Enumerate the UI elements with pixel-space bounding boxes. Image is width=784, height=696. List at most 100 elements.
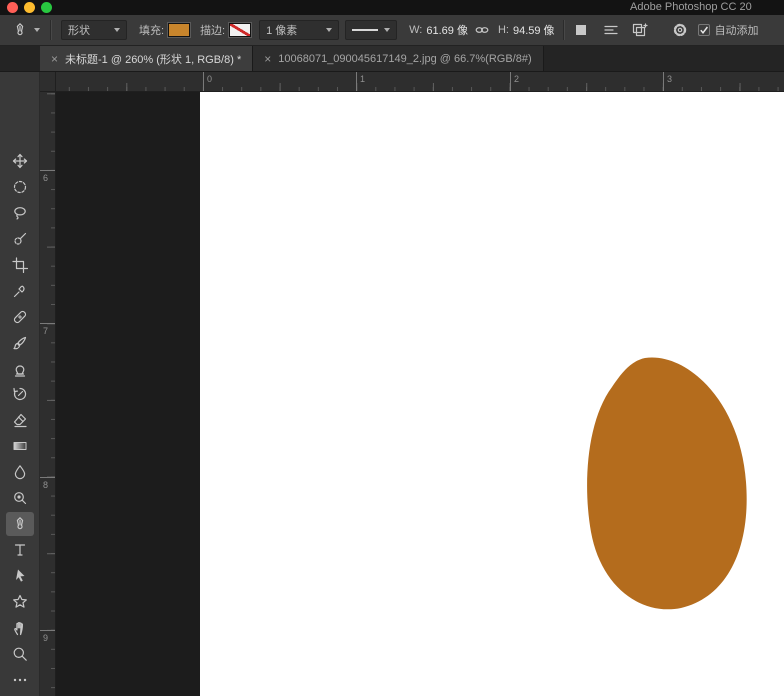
gradient-tool[interactable] — [6, 434, 34, 458]
pen-tool[interactable] — [6, 512, 34, 536]
lasso-icon — [12, 205, 28, 221]
shape-layer — [56, 92, 784, 696]
ruler-major-tick — [40, 630, 55, 631]
ruler-number: 2 — [514, 74, 519, 84]
stroke-width-dropdown[interactable]: 1 像素 — [259, 20, 339, 40]
tool-preset-picker[interactable] — [12, 22, 40, 38]
document-tab-bar: × 未标题-1 @ 260% (形状 1, RGB/8) * × 1006807… — [0, 46, 784, 72]
height-label: H: — [498, 24, 509, 36]
fill-label: 填充: — [139, 22, 164, 38]
ruler-major-tick — [40, 477, 55, 478]
selection-arrow-icon — [12, 568, 28, 584]
auto-add-delete-checkbox[interactable] — [698, 24, 710, 36]
star-shape-icon — [12, 594, 28, 610]
window-zoom-button[interactable] — [41, 2, 52, 13]
history-brush-icon — [12, 386, 28, 402]
eraser-icon — [12, 412, 28, 428]
ruler-major-tick — [40, 323, 55, 324]
ruler-number: 9 — [43, 633, 48, 643]
quick-selection-tool[interactable] — [6, 227, 34, 251]
ruler-major-tick — [203, 72, 204, 91]
ruler-number: 0 — [207, 74, 212, 84]
type-tool[interactable] — [6, 538, 34, 562]
path-selection-tool[interactable] — [6, 564, 34, 588]
lasso-tool[interactable] — [6, 201, 34, 225]
stroke-color-swatch[interactable] — [229, 23, 251, 37]
tab-title: 10068071_090045617149_2.jpg @ 66.7%(RGB/… — [278, 53, 531, 65]
ruler-corner[interactable] — [40, 72, 56, 92]
marquee-icon — [12, 179, 28, 195]
tab-close-icon[interactable]: × — [264, 53, 271, 65]
stroke-style-line-icon — [352, 29, 378, 31]
horizontal-ruler[interactable]: 0 1 2 3 — [56, 72, 784, 92]
move-icon — [12, 153, 28, 169]
stroke-label: 描边: — [200, 22, 225, 38]
chevron-down-icon — [114, 28, 120, 32]
ruler-major-tick — [510, 72, 511, 91]
zoom-tool[interactable] — [6, 642, 34, 666]
history-brush-tool[interactable] — [6, 382, 34, 406]
ruler-major-tick — [356, 72, 357, 91]
titlebar: Adobe Photoshop CC 20 — [0, 0, 784, 15]
more-tools-button[interactable] — [6, 668, 34, 692]
type-icon — [12, 542, 28, 558]
magnifier-icon — [12, 646, 28, 662]
tab-close-icon[interactable]: × — [51, 53, 58, 65]
path-arrangement-icon[interactable] — [631, 22, 648, 38]
eyedropper-icon — [12, 283, 28, 299]
fill-color-swatch[interactable] — [168, 23, 190, 37]
document-tab[interactable]: × 未标题-1 @ 260% (形状 1, RGB/8) * — [40, 46, 253, 71]
gradient-icon — [12, 438, 28, 454]
shape-1-ellipse[interactable] — [587, 357, 747, 609]
crop-tool[interactable] — [6, 253, 34, 277]
path-alignment-icon[interactable] — [603, 22, 619, 38]
bandage-icon — [12, 309, 28, 325]
stroke-width-value: 1 像素 — [266, 22, 297, 38]
chevron-down-icon — [34, 28, 40, 32]
tool-mode-value: 形状 — [68, 22, 90, 38]
chevron-down-icon — [326, 28, 332, 32]
ruler-mid-ticks — [47, 92, 55, 696]
gear-icon[interactable] — [672, 22, 688, 38]
auto-add-delete-label: 自动添加 — [715, 22, 759, 38]
healing-brush-tool[interactable] — [6, 305, 34, 329]
hand-icon — [12, 620, 28, 636]
link-dimensions-icon[interactable] — [474, 22, 490, 38]
custom-shape-tool[interactable] — [6, 590, 34, 614]
eyedropper-tool[interactable] — [6, 279, 34, 303]
ellipsis-icon — [12, 672, 28, 688]
move-tool[interactable] — [6, 149, 34, 173]
canvas-pasteboard[interactable] — [56, 92, 784, 696]
blur-tool[interactable] — [6, 460, 34, 484]
tool-mode-dropdown[interactable]: 形状 — [61, 20, 127, 40]
clone-stamp-tool[interactable] — [6, 357, 34, 381]
eraser-tool[interactable] — [6, 408, 34, 432]
ruler-major-tick — [663, 72, 664, 91]
water-drop-icon — [12, 464, 28, 480]
width-field[interactable]: 61.69 像 — [426, 22, 468, 38]
ruler-mid-ticks — [56, 83, 784, 91]
crop-icon — [12, 257, 28, 273]
brush-tool[interactable] — [6, 331, 34, 355]
ruler-number: 3 — [667, 74, 672, 84]
separator — [50, 20, 51, 40]
hand-tool[interactable] — [6, 616, 34, 640]
photoshop-window: Adobe Photoshop CC 20 形状 填充: 描边: 1 像素 W:… — [0, 0, 784, 696]
brush-icon — [12, 335, 28, 351]
vertical-ruler[interactable]: 6 7 8 9 — [40, 92, 56, 696]
path-operations-icon[interactable] — [573, 22, 589, 38]
tab-title: 未标题-1 @ 260% (形状 1, RGB/8) * — [65, 51, 241, 67]
dodge-tool[interactable] — [6, 486, 34, 510]
stamp-icon — [12, 361, 28, 377]
separator — [563, 20, 564, 40]
document-tab[interactable]: × 10068071_090045617149_2.jpg @ 66.7%(RG… — [253, 46, 543, 71]
chevron-down-icon — [384, 28, 390, 32]
ruler-number: 7 — [43, 326, 48, 336]
window-minimize-button[interactable] — [24, 2, 35, 13]
window-title: Adobe Photoshop CC 20 — [630, 1, 752, 13]
ruler-number: 6 — [43, 173, 48, 183]
marquee-tool[interactable] — [6, 175, 34, 199]
stroke-style-dropdown[interactable] — [345, 20, 397, 40]
height-field[interactable]: 94.59 像 — [513, 22, 555, 38]
window-close-button[interactable] — [7, 2, 18, 13]
